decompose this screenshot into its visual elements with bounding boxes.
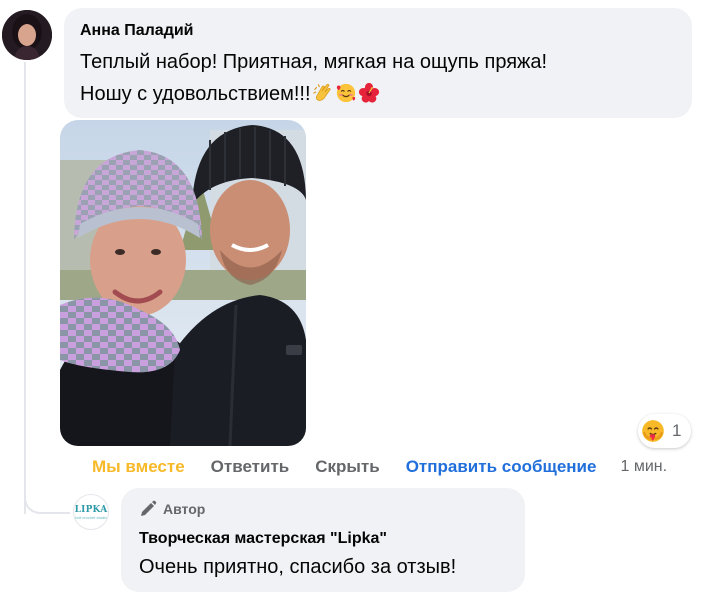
smiling-face-with-hearts-icon: [336, 83, 355, 103]
commenter-avatar[interactable]: [2, 10, 52, 60]
logo-subtext: knit·crochet·studio: [74, 514, 108, 520]
reply-author-name[interactable]: Творческая мастерская "Lipka": [139, 528, 507, 550]
pencil-icon: [141, 500, 157, 516]
reply-bubble: Автор Творческая мастерская "Lipka" Очен…: [121, 488, 525, 592]
reaction-summary[interactable]: 1: [638, 414, 692, 448]
comment-text-line-2: Ношу с удовольствием!!!: [80, 78, 676, 110]
care-reaction-icon: [642, 420, 664, 442]
comment-photo[interactable]: [60, 120, 306, 446]
author-badge-label: Автор: [163, 501, 206, 517]
thread-connector: [24, 486, 70, 514]
reply-button[interactable]: Ответить: [211, 457, 290, 477]
comment-text: Теплый набор! Приятная, мягкая на ощупь …: [80, 46, 676, 110]
comment-timestamp[interactable]: 1 мин.: [620, 458, 667, 476]
author-badge: Автор: [139, 498, 507, 520]
hide-button[interactable]: Скрыть: [315, 457, 379, 477]
logo-text: LIPKA: [74, 504, 108, 515]
reply-text: Очень приятно, спасибо за отзыв!: [139, 556, 457, 578]
send-message-button[interactable]: Отправить сообщение: [406, 457, 597, 477]
comment-author-name[interactable]: Анна Паладий: [80, 20, 676, 42]
thread-line: [24, 62, 26, 514]
comment-text-line-1: Теплый набор! Приятная, мягкая на ощупь …: [80, 51, 548, 73]
comment-text-line-2-text: Ношу с удовольствием!!!: [80, 83, 311, 105]
comment-actions: Мы вместе Ответить Скрыть Отправить сооб…: [92, 456, 667, 478]
clapping-hands-icon: [312, 84, 331, 101]
comment-bubble: Анна Паладий Теплый набор! Приятная, мяг…: [64, 8, 692, 118]
reaction-count: 1: [672, 421, 682, 440]
hibiscus-icon: [358, 82, 379, 103]
page-logo-avatar[interactable]: LIPKA knit·crochet·studio: [73, 494, 109, 530]
together-reaction-button[interactable]: Мы вместе: [92, 457, 185, 477]
